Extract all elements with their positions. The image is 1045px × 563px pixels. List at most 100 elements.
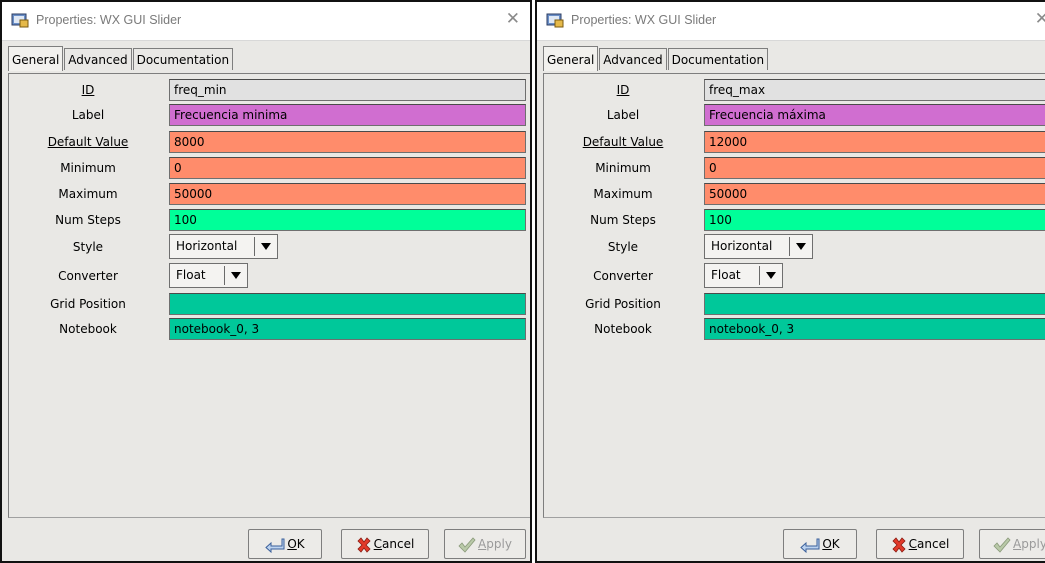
tab-documentation[interactable]: Documentation <box>132 48 234 70</box>
param-row-maximum: Maximum 50000 <box>544 182 1045 206</box>
apply-label: Apply <box>1013 537 1045 551</box>
label-field[interactable]: Frecuencia máxima <box>704 104 1045 126</box>
tab-advanced[interactable]: Advanced <box>64 48 132 70</box>
param-label-minimum: Minimum <box>595 161 651 175</box>
style-dropdown[interactable]: Horizontal <box>704 234 813 259</box>
params-panel: ID freq_max Label Frecuencia máxima Defa… <box>543 73 1045 518</box>
checkmark-icon <box>458 536 476 553</box>
close-icon[interactable]: ✕ <box>1035 9 1045 29</box>
param-row-minimum: Minimum 0 <box>544 156 1045 180</box>
converter-dropdown-value: Float <box>711 268 741 282</box>
param-row-style: Style Horizontal <box>544 234 1045 261</box>
tab-bar: General Advanced Documentation <box>543 46 769 73</box>
num-steps-field[interactable]: 100 <box>704 209 1045 231</box>
tab-documentation[interactable]: Documentation <box>667 48 769 70</box>
cancel-button[interactable]: Cancel <box>876 529 964 559</box>
param-row-grid-position: Grid Position <box>9 292 530 316</box>
cancel-x-icon <box>892 536 906 553</box>
param-label-minimum: Minimum <box>60 161 116 175</box>
param-row-notebook: Notebook notebook_0, 3 <box>9 317 530 341</box>
ok-button[interactable]: OK <box>248 529 322 559</box>
dropdown-separator <box>759 266 760 285</box>
window-title: Properties: WX GUI Slider <box>571 13 717 27</box>
chevron-down-icon[interactable] <box>766 272 776 279</box>
id-field[interactable]: freq_min <box>169 79 526 101</box>
param-label-maximum: Maximum <box>593 187 653 201</box>
minimum-field[interactable]: 0 <box>169 157 526 179</box>
chevron-down-icon[interactable] <box>231 272 241 279</box>
grid-position-field[interactable] <box>169 293 526 315</box>
param-row-converter: Converter Float <box>9 263 530 290</box>
param-row-label: Label Frecuencia máxima <box>544 103 1045 127</box>
chevron-down-icon[interactable] <box>796 243 806 250</box>
converter-dropdown-value: Float <box>176 268 206 282</box>
tab-advanced[interactable]: Advanced <box>599 48 667 70</box>
chevron-down-icon[interactable] <box>261 243 271 250</box>
default-value-field[interactable]: 12000 <box>704 131 1045 153</box>
tab-bar: General Advanced Documentation <box>8 46 234 73</box>
default-value-field[interactable]: 8000 <box>169 131 526 153</box>
properties-dialog-freq-min: Properties: WX GUI Slider ✕ General Adva… <box>0 0 532 563</box>
label-field[interactable]: Frecuencia minima <box>169 104 526 126</box>
id-field[interactable]: freq_max <box>704 79 1045 101</box>
ok-button[interactable]: OK <box>783 529 857 559</box>
checkmark-icon <box>993 536 1011 553</box>
param-label-maximum: Maximum <box>58 187 118 201</box>
apply-button[interactable]: Apply <box>444 529 526 559</box>
param-row-notebook: Notebook notebook_0, 3 <box>544 317 1045 341</box>
param-label-id: ID <box>616 83 630 97</box>
notebook-field[interactable]: notebook_0, 3 <box>704 318 1045 340</box>
param-label-converter: Converter <box>593 269 653 283</box>
param-row-id: ID freq_max <box>544 78 1045 102</box>
tab-general[interactable]: General <box>8 46 64 71</box>
properties-dialog-freq-max: Properties: WX GUI Slider ✕ General Adva… <box>535 0 1045 563</box>
dropdown-separator <box>789 237 790 256</box>
cancel-button[interactable]: Cancel <box>341 529 429 559</box>
button-bar: OK Cancel Apply <box>8 524 530 560</box>
param-row-maximum: Maximum 50000 <box>9 182 530 206</box>
cancel-label: Cancel <box>373 537 415 551</box>
param-row-id: ID freq_min <box>9 78 530 102</box>
apply-button[interactable]: Apply <box>979 529 1045 559</box>
param-row-style: Style Horizontal <box>9 234 530 261</box>
param-label-label: Label <box>71 108 105 122</box>
grid-position-field[interactable] <box>704 293 1045 315</box>
maximum-field[interactable]: 50000 <box>704 183 1045 205</box>
param-label-style: Style <box>607 240 639 254</box>
notebook-field[interactable]: notebook_0, 3 <box>169 318 526 340</box>
converter-dropdown[interactable]: Float <box>704 263 783 288</box>
tab-general[interactable]: General <box>543 46 599 71</box>
param-label-notebook: Notebook <box>59 322 117 336</box>
apply-label: Apply <box>478 537 512 551</box>
title-bar: Properties: WX GUI Slider ✕ <box>2 2 530 41</box>
window-title: Properties: WX GUI Slider <box>36 13 182 27</box>
param-label-num-steps: Num Steps <box>55 213 121 227</box>
ok-arrow-icon <box>265 538 285 553</box>
param-label-label: Label <box>606 108 640 122</box>
style-dropdown-value: Horizontal <box>711 239 773 253</box>
param-row-grid-position: Grid Position <box>544 292 1045 316</box>
param-label-default: Default Value <box>47 135 129 149</box>
maximum-field[interactable]: 50000 <box>169 183 526 205</box>
param-row-num-steps: Num Steps 100 <box>9 208 530 232</box>
num-steps-field[interactable]: 100 <box>169 209 526 231</box>
param-label-notebook: Notebook <box>594 322 652 336</box>
param-label-default: Default Value <box>582 135 664 149</box>
param-label-grid-position: Grid Position <box>585 297 661 311</box>
title-bar: Properties: WX GUI Slider ✕ <box>537 2 1045 41</box>
dropdown-separator <box>254 237 255 256</box>
style-dropdown-value: Horizontal <box>176 239 238 253</box>
param-label-num-steps: Num Steps <box>590 213 656 227</box>
param-row-default: Default Value 12000 <box>544 130 1045 154</box>
minimum-field[interactable]: 0 <box>704 157 1045 179</box>
param-row-converter: Converter Float <box>544 263 1045 290</box>
param-label-converter: Converter <box>58 269 118 283</box>
close-icon[interactable]: ✕ <box>506 9 520 29</box>
param-row-num-steps: Num Steps 100 <box>544 208 1045 232</box>
style-dropdown[interactable]: Horizontal <box>169 234 278 259</box>
ok-label: OK <box>287 537 305 551</box>
button-bar: OK Cancel Apply <box>543 524 1045 560</box>
converter-dropdown[interactable]: Float <box>169 263 248 288</box>
ok-arrow-icon <box>800 538 820 553</box>
app-icon <box>11 13 29 28</box>
